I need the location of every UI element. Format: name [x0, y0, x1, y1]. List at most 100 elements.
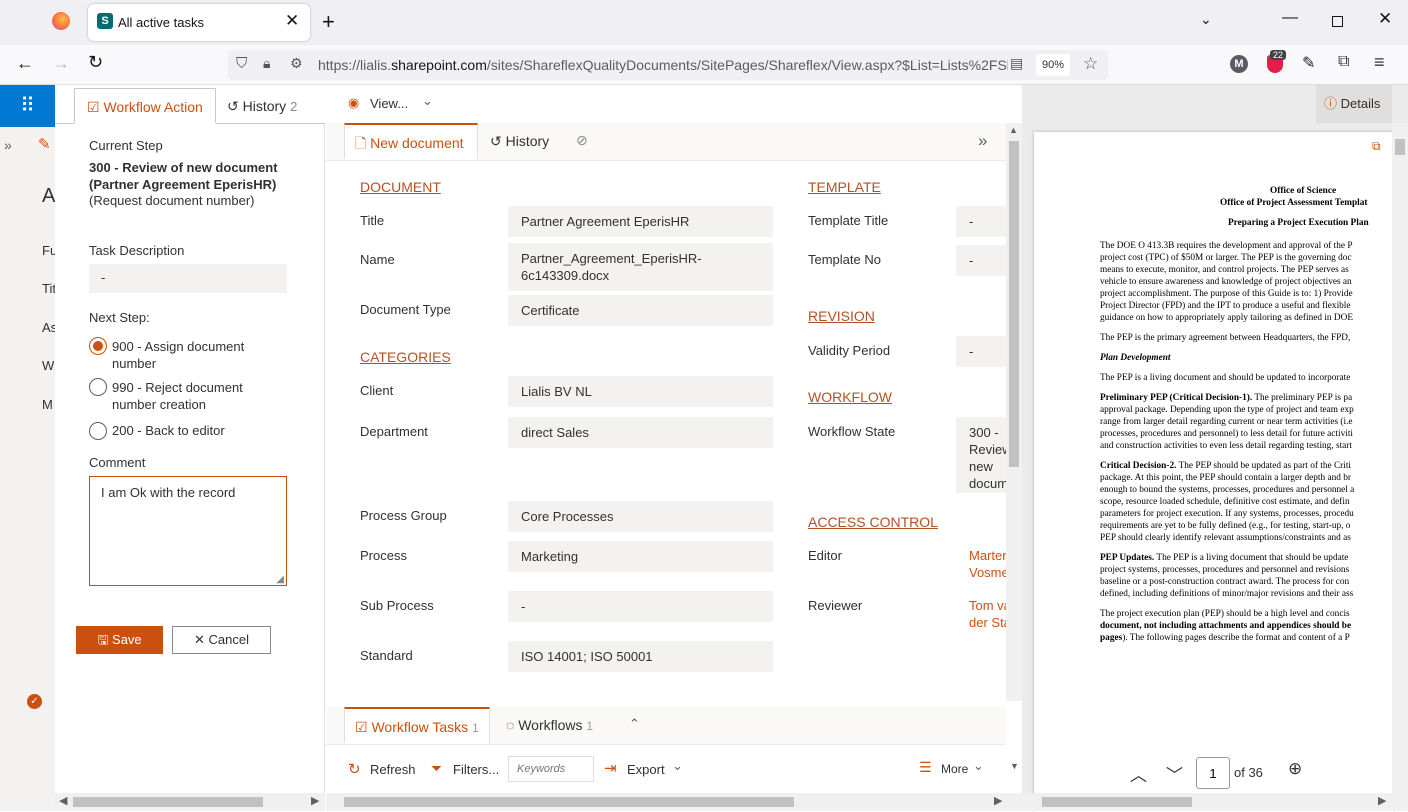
filters-button[interactable]: Filters...	[453, 762, 499, 777]
close-tab-icon[interactable]: ✕	[285, 11, 299, 31]
reload-icon[interactable]: ↻	[88, 52, 103, 73]
scroll-thumb[interactable]	[1395, 139, 1405, 155]
collapse-up-icon[interactable]: ⌃	[629, 716, 640, 732]
section-document: DOCUMENT	[360, 179, 441, 195]
tasks-check-icon: ☑	[355, 719, 368, 735]
url-text[interactable]: https://lialis.sharepoint.com/sites/Shar…	[318, 57, 1008, 73]
zoom-in-icon[interactable]: ⊕	[1288, 759, 1302, 779]
browser-tab-active[interactable]: S All active tasks ✕	[88, 4, 310, 41]
extensions-puzzle-icon[interactable]: ⧉	[1338, 53, 1349, 71]
scroll-up-icon[interactable]: ▲	[1009, 125, 1018, 135]
editor-value[interactable]: Marten Vosme	[956, 540, 1008, 588]
option-900-radio[interactable]	[89, 337, 107, 355]
option-200-radio[interactable]	[89, 422, 107, 440]
page-navigator: ︿ ﹀ of 36 ⊕	[1122, 753, 1316, 793]
scroll-right-icon[interactable]: ▶	[1378, 794, 1386, 807]
template-no-label: Template No	[808, 252, 881, 267]
scroll-left-icon[interactable]: ◀	[59, 794, 67, 807]
doc-paragraph-1: The DOE O 413.3B requires the developmen…	[1100, 241, 1354, 323]
hide-eye-slash-icon[interactable]: ⊘	[576, 132, 588, 149]
form-horizontal-scrollbar[interactable]: ▶	[326, 793, 1022, 811]
bookmark-star-icon[interactable]: ☆	[1083, 54, 1098, 74]
tab-new-document[interactable]: 🗋 New document	[344, 123, 478, 160]
next-page-icon[interactable]: ﹀	[1166, 761, 1183, 786]
firefox-icon[interactable]	[52, 12, 70, 30]
standard-value: ISO 14001; ISO 50001	[508, 641, 773, 672]
scroll-down-icon[interactable]: ▼	[1010, 761, 1019, 771]
scroll-thumb[interactable]	[73, 797, 263, 807]
expand-double-chevron-icon[interactable]: »	[978, 131, 987, 151]
shield-icon[interactable]: ⛉	[236, 55, 247, 72]
open-external-icon[interactable]: ⧉	[1372, 140, 1381, 152]
template-title-value: -	[956, 206, 1008, 237]
resize-grip-icon[interactable]: ◢	[276, 574, 284, 585]
extension-badge: 22	[1270, 50, 1287, 60]
tab-history[interactable]: ↺ History 2	[227, 88, 297, 124]
more-chevron-icon[interactable]: ⌄	[973, 758, 984, 774]
history-icon: ↺	[490, 133, 502, 149]
lock-icon[interactable]: 🔒︎	[263, 55, 270, 72]
standard-label: Standard	[360, 648, 413, 663]
prev-page-icon[interactable]: ︿	[1130, 761, 1147, 786]
refresh-icon[interactable]: ↻	[348, 760, 361, 778]
edit-pencil-icon[interactable]: ✎	[38, 135, 51, 153]
details-button[interactable]: ⓘ Details	[1316, 85, 1392, 123]
permissions-icon[interactable]: ⚙	[290, 55, 303, 72]
tab-workflows[interactable]: ◌ Workflows 1	[506, 707, 593, 744]
export-button[interactable]: Export	[627, 762, 665, 777]
page-number-input[interactable]	[1196, 757, 1230, 789]
scroll-thumb[interactable]	[344, 797, 794, 807]
minimize-icon[interactable]: —	[1282, 9, 1298, 27]
scroll-thumb[interactable]	[1009, 141, 1019, 467]
export-chevron-icon[interactable]: ⌄	[672, 758, 683, 774]
expand-nav-icon[interactable]: »	[4, 137, 12, 153]
option-200-label[interactable]: 200 - Back to editor	[112, 423, 225, 438]
document-type-label: Document Type	[360, 302, 451, 317]
process-label: Process	[360, 548, 407, 563]
view-button[interactable]: View...	[370, 96, 408, 111]
tab-list-chevron-icon[interactable]: ⌄	[1200, 11, 1212, 28]
new-tab-icon[interactable]: +	[322, 9, 335, 35]
cancel-button[interactable]: ✕ Cancel	[172, 626, 271, 654]
filter-icon[interactable]: ⏷	[431, 760, 442, 777]
extension-icon[interactable]: ✎	[1302, 53, 1315, 73]
scroll-thumb[interactable]	[1042, 797, 1192, 807]
forward-icon[interactable]: →	[52, 53, 70, 74]
workflow-state-value: 300 - Review new docum	[956, 417, 1008, 493]
export-icon[interactable]: ⇥	[604, 759, 617, 777]
keywords-input[interactable]	[508, 756, 594, 782]
zoom-indicator[interactable]: 90%	[1036, 54, 1070, 76]
url-bar[interactable]: ⛉ 🔒︎ ⚙ https://lialis.sharepoint.com/sit…	[228, 50, 1108, 80]
reader-view-icon[interactable]: ▤	[1010, 55, 1023, 72]
profile-avatar[interactable]: M	[1230, 55, 1248, 73]
app-launcher-waffle-icon[interactable]: ⠿	[0, 85, 55, 127]
browser-tab-bar: S All active tasks ✕ + ⌄ — ✕	[0, 0, 1408, 45]
view-dropdown-chevron-icon[interactable]: ⌄	[422, 93, 433, 109]
form-vertical-scrollbar[interactable]: ▲	[1006, 123, 1022, 701]
tab-workflow-action[interactable]: ☑ Workflow Action	[74, 88, 216, 124]
view-eye-icon[interactable]: ◉	[348, 95, 359, 111]
option-990-radio[interactable]	[89, 378, 107, 396]
reviewer-value[interactable]: Tom va der Sta	[956, 590, 1008, 638]
close-window-icon[interactable]: ✕	[1378, 9, 1392, 29]
more-lines-icon[interactable]: ☰	[919, 759, 932, 776]
refresh-button[interactable]: Refresh	[370, 762, 416, 777]
menu-icon[interactable]: ≡	[1374, 52, 1385, 73]
maximize-icon[interactable]	[1332, 16, 1343, 27]
preview-horizontal-scrollbar[interactable]: ▶	[1022, 793, 1408, 811]
task-description-label: Task Description	[89, 243, 185, 258]
back-icon[interactable]: ←	[16, 53, 34, 74]
panel-horizontal-scrollbar[interactable]: ◀ ▶	[55, 793, 325, 811]
option-990-label[interactable]: 990 - Reject document number creation	[112, 379, 243, 413]
comment-textarea[interactable]: I am Ok with the record ◢	[89, 476, 287, 586]
preview-vertical-scrollbar[interactable]	[1392, 123, 1408, 793]
save-button[interactable]: 🖫 Save	[76, 626, 163, 654]
workflow-state-label: Workflow State	[808, 424, 896, 439]
scroll-right-icon[interactable]: ▶	[994, 794, 1002, 807]
tab-document-history[interactable]: ↺ History	[490, 123, 549, 160]
scroll-right-icon[interactable]: ▶	[311, 794, 319, 807]
option-900-label[interactable]: 900 - Assign document number	[112, 338, 244, 372]
tab-workflow-tasks[interactable]: ☑ Workflow Tasks 1	[344, 707, 490, 744]
more-button[interactable]: More	[941, 762, 968, 776]
cancel-x-icon: ✕	[194, 632, 205, 647]
